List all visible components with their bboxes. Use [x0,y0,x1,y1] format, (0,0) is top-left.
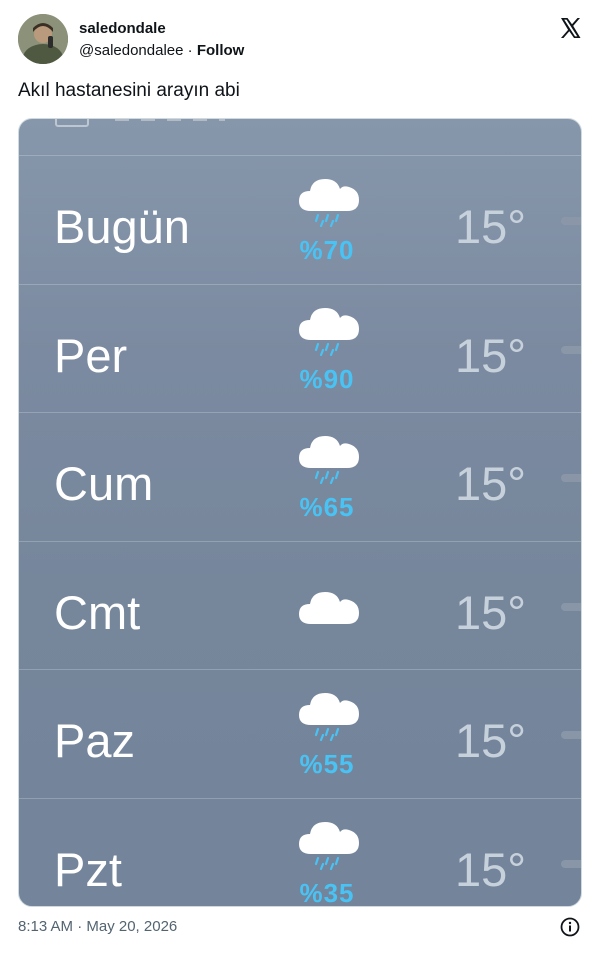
temperature: 15° [455,200,527,253]
cloud-rain-icon [299,179,359,211]
rain-drops-icon [314,470,340,484]
temperature: 15° [455,842,527,896]
rain-drops-icon [314,727,340,741]
row-divider [19,797,581,799]
cloud-icon [299,591,359,624]
day-label: Paz [54,714,135,767]
temperature: 15° [455,714,527,767]
cloud-rain-icon [299,436,359,468]
precipitation-chance: %35 [299,877,355,907]
temperature-bar [561,602,581,611]
temperature: 15° [455,585,527,639]
precipitation-chance: %90 [299,363,355,394]
follow-button[interactable]: Follow [197,42,245,59]
cloud-rain-icon [299,821,359,854]
tweet-media-image[interactable]: Bugün %70 15° Per %90 15° Cum %65 15° Cm… [18,118,582,907]
handle[interactable]: @saledondalee [79,42,183,59]
handle-line: @saledondalee · Follow [79,42,244,59]
temperature-bar [561,474,581,482]
day-label: Bugün [54,200,190,253]
row-divider [19,540,581,542]
temperature-bar [561,731,581,739]
avatar-photo [18,14,68,64]
day-label: Pzt [54,842,122,896]
separator: · [187,42,193,59]
temperature-bar [561,345,581,354]
tweet-header: saledondale @saledondalee · Follow [18,14,582,66]
cloud-rain-icon [299,307,359,340]
row-divider [19,412,581,413]
temperature-bar [561,859,581,868]
forecast-row: Bugün %70 15° [19,155,581,283]
partial-dots [115,119,225,121]
row-divider [19,669,581,670]
tweet-text: Akıl hastanesini arayın abi [18,80,240,101]
day-label: Cum [54,457,154,510]
row-divider [19,155,581,156]
partial-icon [55,119,89,127]
rain-drops-icon [314,213,340,227]
rain-drops-icon [314,342,340,356]
forecast-row: Cum %65 15° [19,412,581,540]
precipitation-chance: %70 [299,235,355,265]
info-icon[interactable] [560,917,580,937]
day-label: Per [54,328,128,382]
precipitation-chance: %65 [299,492,355,522]
top-sliver [19,119,581,155]
rain-drops-icon [314,856,340,870]
forecast-row: Pzt %35 15° [19,797,581,907]
temperature-bar [561,217,581,225]
tweet-timestamp[interactable]: 8:13 AM · May 20, 2026 [18,918,177,935]
temperature: 15° [455,457,527,510]
forecast-row: Cmt 15° [19,540,581,669]
forecast-row: Paz %55 15° [19,669,581,797]
day-label: Cmt [54,585,141,639]
precipitation-chance: %55 [299,749,355,779]
cloud-rain-icon [299,693,359,725]
display-name[interactable]: saledondale [79,20,166,37]
avatar[interactable] [18,14,68,64]
forecast-row: Per %90 15° [19,283,581,412]
temperature: 15° [455,328,527,382]
row-divider [19,283,581,285]
x-logo-icon[interactable] [558,16,582,40]
